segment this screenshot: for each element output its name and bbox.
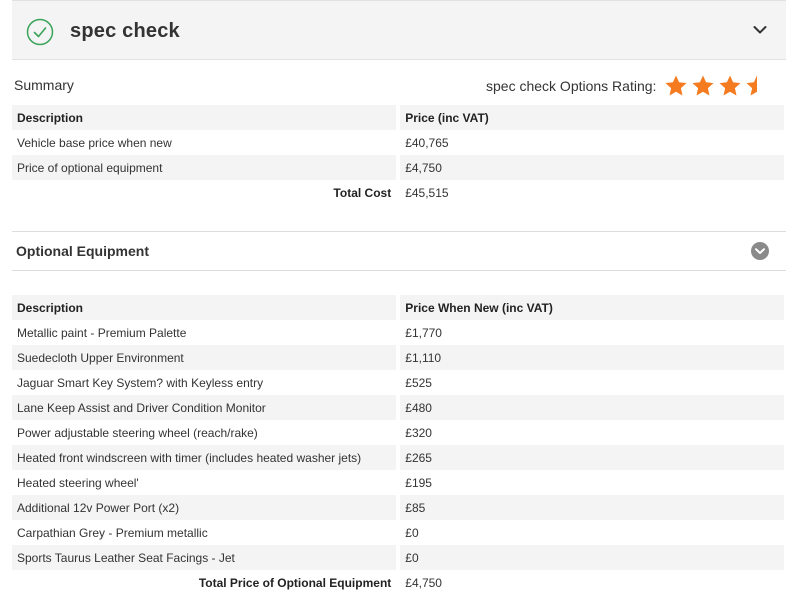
row-description: Jaguar Smart Key System? with Keyless en… — [17, 375, 264, 390]
header-title: spec check — [70, 20, 180, 42]
row-price: £40,765 — [396, 130, 784, 155]
row-description: Suedecloth Upper Environment — [12, 345, 399, 370]
total-optional-label: Total Price of Optional Equipment — [198, 575, 392, 590]
column-header-description: Description — [12, 105, 399, 130]
row-price: £4,750 — [396, 155, 784, 180]
row-price: £320 — [396, 420, 784, 445]
check-circle-icon — [26, 18, 54, 46]
table-row: Lane Keep Assist and Driver Condition Mo… — [12, 395, 784, 420]
row-price: £265 — [396, 445, 784, 470]
section-title: Optional Equipment — [16, 243, 149, 259]
table-row: Power adjustable steering wheel (reach/r… — [12, 420, 784, 445]
total-row: Total Price of Optional Equipment £4,750 — [12, 570, 784, 595]
row-description: Vehicle base price when new — [17, 135, 172, 150]
table-row: Jaguar Smart Key System? with Keyless en… — [12, 370, 784, 395]
table-row: Additional 12v Power Port (x2) £85 — [12, 495, 784, 520]
optional-equipment-table: Description Price When New (inc VAT) Met… — [12, 295, 784, 595]
row-price: £195 — [396, 470, 784, 495]
row-description: Heated front windscreen with timer (incl… — [12, 445, 399, 470]
chevron-down-icon[interactable] — [752, 23, 768, 37]
table-row: Price of optional equipment £4,750 — [12, 155, 784, 180]
row-price: £0 — [396, 545, 784, 570]
summary-table: Description Price (inc VAT) Vehicle base… — [12, 105, 784, 205]
column-header-price: Price When New (inc VAT) — [396, 295, 784, 320]
table-row: Metallic paint - Premium Palette £1,770 — [12, 320, 784, 345]
table-row: Heated steering wheel' £195 — [12, 470, 784, 495]
column-header-price: Price (inc VAT) — [396, 105, 784, 130]
summary-header-row: Description Price (inc VAT) — [12, 105, 784, 130]
row-price: £85 — [396, 495, 784, 520]
total-cost-value: £45,515 — [396, 180, 784, 205]
rating-label: spec check Options Rating: — [486, 78, 657, 94]
column-header-description: Description — [12, 295, 399, 320]
row-price: £1,770 — [396, 320, 784, 345]
total-optional-value: £4,750 — [396, 570, 784, 595]
spec-check-header[interactable]: spec check — [12, 0, 786, 60]
summary-label: Summary — [14, 77, 74, 93]
optional-equipment-header[interactable]: Optional Equipment — [12, 231, 786, 271]
star-half-icon — [746, 75, 757, 96]
star-full-icon — [692, 75, 714, 96]
row-description: Sports Taurus Leather Seat Facings - Jet — [12, 545, 399, 570]
table-row: Sports Taurus Leather Seat Facings - Jet… — [12, 545, 784, 570]
star-full-icon — [665, 75, 687, 96]
table-row: Carpathian Grey - Premium metallic £0 — [12, 520, 784, 545]
row-description: Additional 12v Power Port (x2) — [12, 495, 399, 520]
row-description: Power adjustable steering wheel (reach/r… — [17, 425, 258, 440]
total-cost-label: Total Cost — [333, 185, 392, 200]
table-row: Heated front windscreen with timer (incl… — [12, 445, 784, 470]
row-description: Heated steering wheel' — [17, 475, 139, 490]
chevron-down-circle-icon[interactable] — [751, 242, 769, 260]
row-description: Metallic paint - Premium Palette — [17, 325, 187, 340]
total-row: Total Cost £45,515 — [12, 180, 784, 205]
row-description: Price of optional equipment — [12, 155, 399, 180]
row-price: £480 — [396, 395, 784, 420]
equipment-header-row: Description Price When New (inc VAT) — [12, 295, 784, 320]
row-price: £525 — [396, 370, 784, 395]
row-price: £1,110 — [396, 345, 784, 370]
table-row: Suedecloth Upper Environment £1,110 — [12, 345, 784, 370]
star-full-icon — [719, 75, 741, 96]
table-row: Vehicle base price when new £40,765 — [12, 130, 784, 155]
row-description: Carpathian Grey - Premium metallic — [17, 525, 208, 540]
row-description: Lane Keep Assist and Driver Condition Mo… — [12, 395, 399, 420]
row-price: £0 — [396, 520, 784, 545]
